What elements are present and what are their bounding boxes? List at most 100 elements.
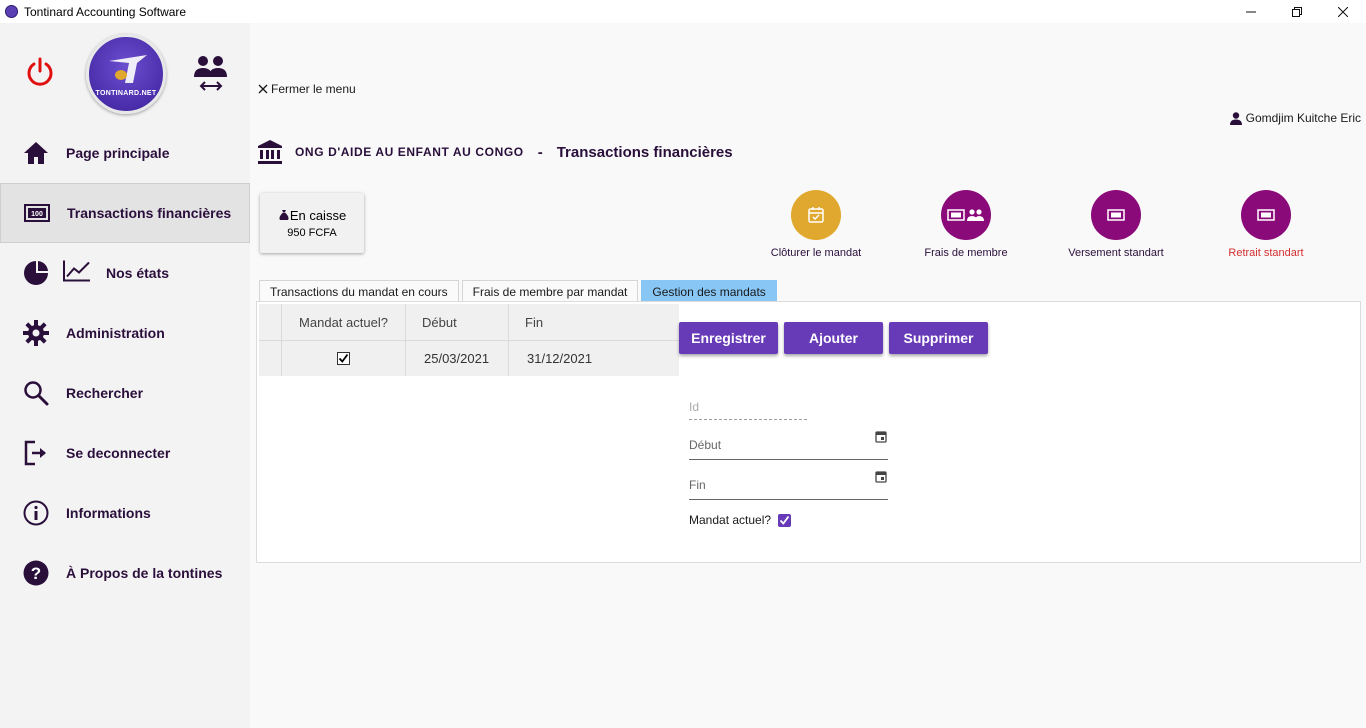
tab-member-fees-by-mandate[interactable]: Frais de membre par mandat	[461, 280, 639, 302]
title-separator: -	[537, 143, 543, 161]
cash-title: En caisse	[260, 208, 364, 223]
banknote-icon	[1091, 190, 1141, 240]
gear-icon	[22, 319, 50, 347]
info-icon	[22, 499, 50, 527]
mandate-panel: Mandat actuel? Début Fin 25/03/2021 31/1…	[256, 301, 1361, 563]
window-controls	[1228, 0, 1366, 23]
checkbox-checked-icon[interactable]	[337, 352, 350, 365]
cash-amount: 950 FCFA	[287, 227, 337, 239]
grid-header-row: Mandat actuel? Début Fin	[259, 304, 679, 340]
power-icon	[27, 57, 53, 86]
standard-deposit-label: Versement standart	[1068, 247, 1164, 259]
calendar-check-icon	[791, 190, 841, 240]
banknote-icon: 100	[23, 199, 51, 227]
calendar-icon[interactable]	[875, 470, 887, 486]
standard-deposit-button[interactable]: Versement standart	[1046, 190, 1186, 259]
restore-icon	[1292, 6, 1302, 17]
main-content: Fermer le menu Gomdjim Kuitche Eric ONG …	[250, 73, 1366, 728]
mandat-actuel-cell[interactable]	[282, 341, 406, 376]
logout-icon	[22, 439, 50, 467]
title-bar: Tontinard Accounting Software	[0, 0, 1366, 23]
user-icon	[1229, 111, 1242, 125]
svg-text:?: ?	[31, 564, 41, 583]
logo-text: TONTINARD.NET	[95, 90, 157, 97]
switch-users-icon	[194, 56, 227, 91]
window-title: Tontinard Accounting Software	[24, 4, 187, 19]
user-info: Gomdjim Kuitche Eric	[1229, 111, 1361, 125]
mandat-actuel-label: Mandat actuel?	[689, 513, 772, 527]
sidebar-item-search[interactable]: Rechercher	[0, 363, 250, 423]
sidebar-item-label: Transactions financières	[67, 205, 232, 221]
column-header-mandat-actuel[interactable]: Mandat actuel?	[282, 304, 406, 340]
sidebar-item-transactions[interactable]: 100 Transactions financières	[0, 183, 250, 243]
sidebar-item-label: Administration	[66, 325, 165, 341]
fin-placeholder: Fin	[689, 478, 706, 492]
tab-bar: Transactions du mandat en cours Frais de…	[259, 280, 777, 302]
sidebar-item-reports[interactable]: Nos états	[0, 243, 250, 303]
debut-cell[interactable]: 25/03/2021	[406, 341, 509, 376]
close-icon	[258, 84, 268, 94]
cash-title-text: En caisse	[289, 208, 347, 223]
money-bag-icon	[279, 210, 289, 220]
sidebar-item-label: Informations	[66, 505, 151, 521]
sidebar: TONTINARD.NET Page principale 100 Transa…	[0, 23, 250, 728]
page-title: Transactions financières	[556, 143, 733, 161]
sidebar-item-about[interactable]: ? À Propos de la tontines	[0, 543, 250, 603]
id-placeholder: Id	[689, 400, 700, 414]
member-fees-label: Frais de membre	[924, 247, 1008, 259]
mandat-actuel-row: Mandat actuel?	[689, 513, 792, 527]
close-menu-link[interactable]: Fermer le menu	[258, 82, 356, 96]
app-icon	[5, 5, 18, 18]
sidebar-item-logout[interactable]: Se deconnecter	[0, 423, 250, 483]
table-row[interactable]: 25/03/2021 31/12/2021	[259, 340, 679, 376]
add-button[interactable]: Ajouter	[784, 322, 883, 354]
switch-users-button[interactable]	[193, 53, 229, 98]
calendar-icon[interactable]	[875, 430, 887, 446]
close-button[interactable]	[1320, 0, 1366, 23]
id-field[interactable]: Id	[689, 400, 807, 420]
delete-button[interactable]: Supprimer	[889, 322, 988, 354]
line-chart-icon	[63, 260, 91, 287]
home-icon	[22, 139, 50, 167]
bank-icon	[258, 140, 282, 164]
pie-chart-icon	[22, 259, 50, 287]
close-mandate-button[interactable]: Clôturer le mandat	[746, 190, 886, 259]
column-header-fin[interactable]: Fin	[509, 304, 679, 340]
banknote-people-icon	[941, 190, 991, 240]
standard-withdrawal-button[interactable]: Retrait standart	[1196, 190, 1336, 259]
debut-placeholder: Début	[689, 438, 722, 452]
svg-text:100: 100	[31, 211, 43, 218]
sidebar-item-label: À Propos de la tontines	[66, 565, 223, 581]
standard-withdrawal-label: Retrait standart	[1228, 247, 1304, 259]
page-header: ONG D'AIDE AU ENFANT AU CONGO - Transact…	[257, 139, 733, 165]
fin-date-field[interactable]: Fin	[689, 471, 888, 500]
power-button[interactable]	[25, 57, 55, 92]
maximize-button[interactable]	[1274, 0, 1320, 23]
minimize-button[interactable]	[1228, 0, 1274, 23]
cash-card: En caisse 950 FCFA	[260, 193, 364, 253]
sidebar-item-informations[interactable]: Informations	[0, 483, 250, 543]
logo: TONTINARD.NET	[86, 34, 166, 114]
logo-mark-icon	[109, 55, 147, 83]
user-name: Gomdjim Kuitche Eric	[1245, 111, 1361, 125]
tab-mandate-management[interactable]: Gestion des mandats	[641, 280, 777, 302]
help-icon: ?	[22, 559, 50, 587]
column-header-debut[interactable]: Début	[406, 304, 509, 340]
debut-date-field[interactable]: Début	[689, 431, 888, 460]
fin-cell[interactable]: 31/12/2021	[509, 341, 679, 376]
tab-current-mandate-transactions[interactable]: Transactions du mandat en cours	[259, 280, 459, 302]
close-menu-label: Fermer le menu	[271, 82, 356, 96]
sidebar-top: TONTINARD.NET	[0, 23, 250, 123]
mandat-actuel-checkbox[interactable]	[778, 513, 792, 527]
banknote-icon	[1241, 190, 1291, 240]
close-mandate-label: Clôturer le mandat	[770, 247, 862, 259]
save-button[interactable]: Enregistrer	[679, 322, 778, 354]
minimize-icon	[1246, 11, 1256, 12]
sidebar-item-label: Nos états	[106, 265, 170, 281]
row-header-cell	[259, 304, 282, 340]
sidebar-item-home[interactable]: Page principale	[0, 123, 250, 183]
sidebar-item-administration[interactable]: Administration	[0, 303, 250, 363]
close-icon	[1338, 6, 1348, 17]
member-fees-button[interactable]: Frais de membre	[896, 190, 1036, 259]
row-selector[interactable]	[259, 341, 282, 376]
